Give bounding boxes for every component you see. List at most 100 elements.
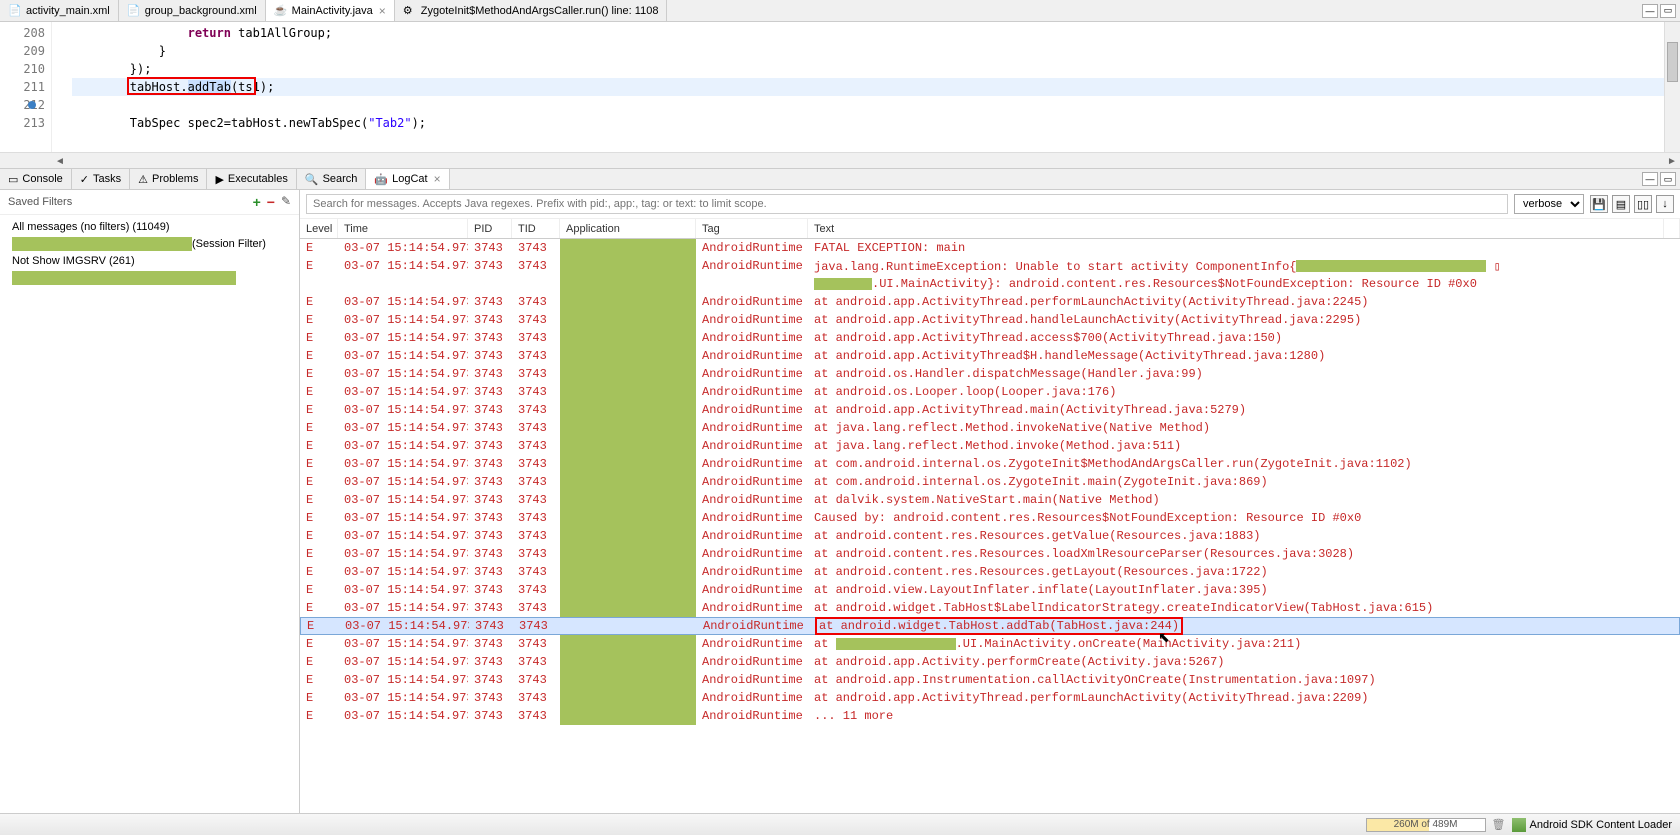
tab-label: MainActivity.java bbox=[292, 5, 373, 17]
view-tab-label: Tasks bbox=[93, 173, 121, 185]
col-header-level[interactable]: Level bbox=[300, 219, 338, 238]
maximize-panel-button[interactable]: ▭ bbox=[1660, 172, 1676, 186]
log-row[interactable]: E03-07 15:14:54.97337433743AndroidRuntim… bbox=[300, 419, 1680, 437]
tab-label: activity_main.xml bbox=[26, 5, 110, 17]
view-tab-label: Console bbox=[22, 173, 62, 185]
log-row[interactable]: E03-07 15:14:54.97337433743AndroidRuntim… bbox=[300, 455, 1680, 473]
log-level-select[interactable]: verbose bbox=[1514, 194, 1584, 214]
line-number-gutter: 208209210211212213 bbox=[0, 22, 52, 152]
view-tab-icon: ✓ bbox=[80, 173, 89, 186]
log-row[interactable]: E03-07 15:14:54.97337433743AndroidRuntim… bbox=[300, 563, 1680, 581]
minimize-view-button[interactable]: — bbox=[1642, 4, 1658, 18]
remove-filter-icon[interactable]: − bbox=[267, 194, 275, 210]
minimize-panel-button[interactable]: — bbox=[1642, 172, 1658, 186]
editor-tab-bar: 📄 activity_main.xml 📄 group_background.xml ☕… bbox=[0, 0, 1680, 22]
filter-item-1[interactable]: (Session Filter) bbox=[8, 235, 291, 253]
save-log-icon[interactable]: 💾 bbox=[1590, 195, 1608, 213]
file-icon: 📄 bbox=[8, 4, 22, 18]
android-loader-icon bbox=[1512, 818, 1526, 832]
log-row[interactable]: E03-07 15:14:54.97337433743AndroidRuntim… bbox=[300, 347, 1680, 365]
view-tab-icon: 🤖 bbox=[374, 173, 388, 186]
view-tab-icon: 🔍 bbox=[305, 173, 319, 186]
log-row[interactable]: E03-07 15:14:54.97337433743AndroidRuntim… bbox=[300, 383, 1680, 401]
log-row[interactable]: E03-07 15:14:54.97337433743AndroidRuntim… bbox=[300, 653, 1680, 671]
view-tab-icon: ▶ bbox=[215, 173, 223, 186]
log-row[interactable]: E03-07 15:14:54.97337433743AndroidRuntim… bbox=[300, 527, 1680, 545]
log-row[interactable]: E03-07 15:14:54.97337433743AndroidRuntim… bbox=[300, 293, 1680, 311]
code-editor[interactable]: 208209210211212213 return tab1AllGroup; … bbox=[0, 22, 1680, 152]
view-tab-tasks[interactable]: ✓ Tasks bbox=[72, 169, 130, 189]
file-icon: ☕ bbox=[274, 4, 288, 18]
view-tab-icon: ▭ bbox=[8, 173, 18, 186]
editor-tab-3[interactable]: ⚙ ZygoteInit$MethodAndArgsCaller.run() li… bbox=[395, 0, 668, 21]
col-header-time[interactable]: Time bbox=[338, 219, 468, 238]
view-tab-logcat[interactable]: 🤖 LogCat × bbox=[366, 169, 449, 189]
display-mode-icon[interactable]: ▯▯ bbox=[1634, 195, 1652, 213]
logcat-search-input[interactable] bbox=[306, 194, 1508, 214]
filter-item-3[interactable] bbox=[8, 269, 291, 287]
status-loader-text: Android SDK Content Loader bbox=[1530, 819, 1672, 831]
col-header-pid[interactable]: PID bbox=[468, 219, 512, 238]
maximize-view-button[interactable]: ▭ bbox=[1660, 4, 1676, 18]
logcat-panel: Saved Filters + − ✎ All messages (no fil… bbox=[0, 190, 1680, 813]
editor-horizontal-scrollbar[interactable]: ◄ ► bbox=[0, 152, 1680, 168]
view-tab-label: Search bbox=[323, 173, 358, 185]
log-row[interactable]: E03-07 15:14:54.97337433743AndroidRuntim… bbox=[300, 671, 1680, 689]
clear-log-icon[interactable]: ▤ bbox=[1612, 195, 1630, 213]
col-header-text[interactable]: Text bbox=[808, 219, 1664, 238]
status-bar: 260M of 489M 🗑 Android SDK Content Loade… bbox=[0, 813, 1680, 835]
gc-trash-icon[interactable]: 🗑 bbox=[1492, 818, 1506, 831]
breakpoint-marker[interactable] bbox=[28, 101, 36, 109]
log-row[interactable]: E03-07 15:14:54.97337433743AndroidRuntim… bbox=[300, 473, 1680, 491]
editor-tab-1[interactable]: 📄 group_background.xml bbox=[119, 0, 266, 21]
file-icon: ⚙ bbox=[403, 4, 417, 18]
file-icon: 📄 bbox=[127, 4, 141, 18]
log-row[interactable]: E03-07 15:14:54.97337433743AndroidRuntim… bbox=[300, 239, 1680, 257]
col-header-tag[interactable]: Tag bbox=[696, 219, 808, 238]
log-row[interactable]: E03-07 15:14:54.97337433743AndroidRuntim… bbox=[300, 599, 1680, 617]
view-tab-label: LogCat bbox=[392, 173, 427, 185]
log-row[interactable]: E03-07 15:14:54.97337433743AndroidRuntim… bbox=[300, 437, 1680, 455]
view-tab-console[interactable]: ▭ Console bbox=[0, 169, 72, 189]
editor-tab-2[interactable]: ☕ MainActivity.java × bbox=[266, 0, 395, 21]
editor-vertical-scrollbar[interactable] bbox=[1664, 22, 1680, 152]
col-header-app[interactable]: Application bbox=[560, 219, 696, 238]
log-row[interactable]: E03-07 15:14:54.97337433743AndroidRuntim… bbox=[300, 491, 1680, 509]
tab-label: group_background.xml bbox=[145, 5, 257, 17]
log-row[interactable]: E03-07 15:14:54.97337433743AndroidRuntim… bbox=[300, 365, 1680, 383]
memory-gauge[interactable]: 260M of 489M bbox=[1366, 818, 1486, 832]
view-tab-problems[interactable]: ⚠ Problems bbox=[130, 169, 207, 189]
views-tab-bar: ▭ Console ✓ Tasks ⚠ Problems ▶ Executables 🔍 Sear… bbox=[0, 168, 1680, 190]
filter-item-0[interactable]: All messages (no filters) (11049) bbox=[8, 219, 291, 235]
log-row[interactable]: E03-07 15:14:54.97337433743AndroidRuntim… bbox=[300, 545, 1680, 563]
saved-filters-panel: Saved Filters + − ✎ All messages (no fil… bbox=[0, 190, 300, 813]
log-table-header: Level Time PID TID Application Tag Text bbox=[300, 219, 1680, 239]
scroll-lock-icon[interactable]: ↓ bbox=[1656, 195, 1674, 213]
log-row[interactable]: E03-07 15:14:54.97337433743AndroidRuntim… bbox=[300, 617, 1680, 635]
log-row[interactable]: E03-07 15:14:54.97337433743AndroidRuntim… bbox=[300, 635, 1680, 653]
close-icon[interactable]: × bbox=[379, 4, 386, 18]
view-tab-label: Executables bbox=[228, 173, 288, 185]
close-icon[interactable]: × bbox=[434, 172, 441, 186]
log-row[interactable]: E03-07 15:14:54.97337433743AndroidRuntim… bbox=[300, 689, 1680, 707]
edit-filter-icon[interactable]: ✎ bbox=[281, 194, 291, 210]
log-row[interactable]: E03-07 15:14:54.97337433743AndroidRuntim… bbox=[300, 581, 1680, 599]
editor-tab-0[interactable]: 📄 activity_main.xml bbox=[0, 0, 119, 21]
log-row[interactable]: E03-07 15:14:54.97337433743AndroidRuntim… bbox=[300, 329, 1680, 347]
filter-item-2[interactable]: Not Show IMGSRV (261) bbox=[8, 253, 291, 269]
view-tab-icon: ⚠ bbox=[138, 173, 148, 186]
view-tab-executables[interactable]: ▶ Executables bbox=[207, 169, 296, 189]
log-row[interactable]: E03-07 15:14:54.97337433743AndroidRuntim… bbox=[300, 509, 1680, 527]
saved-filters-title: Saved Filters bbox=[8, 196, 253, 208]
log-row[interactable]: E03-07 15:14:54.97337433743AndroidRuntim… bbox=[300, 707, 1680, 725]
log-row[interactable]: E03-07 15:14:54.97337433743AndroidRuntim… bbox=[300, 311, 1680, 329]
view-tab-search[interactable]: 🔍 Search bbox=[297, 169, 367, 189]
log-rows-container[interactable]: E03-07 15:14:54.97337433743AndroidRuntim… bbox=[300, 239, 1680, 725]
view-tab-label: Problems bbox=[152, 173, 198, 185]
log-row[interactable]: E03-07 15:14:54.97337433743AndroidRuntim… bbox=[300, 257, 1680, 275]
add-filter-icon[interactable]: + bbox=[253, 194, 261, 210]
col-header-tid[interactable]: TID bbox=[512, 219, 560, 238]
tab-label: ZygoteInit$MethodAndArgsCaller.run() lin… bbox=[421, 5, 659, 17]
log-row[interactable]: E03-07 15:14:54.97337433743AndroidRuntim… bbox=[300, 401, 1680, 419]
log-row[interactable]: .UI.MainActivity}: android.content.res.R… bbox=[300, 275, 1680, 293]
